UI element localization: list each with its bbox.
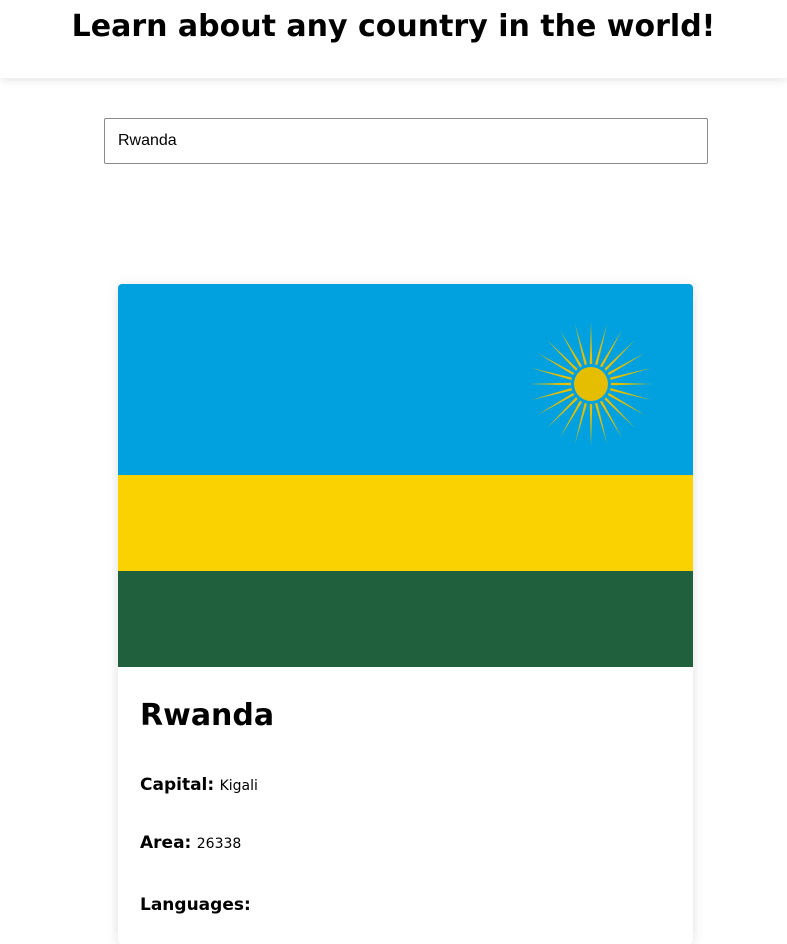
flag-green-stripe bbox=[118, 571, 693, 667]
flag-yellow-stripe bbox=[118, 475, 693, 572]
capital-row: Capital: Kigali bbox=[140, 774, 258, 797]
capital-value: Kigali bbox=[219, 778, 258, 794]
area-label: Area: bbox=[140, 833, 192, 853]
languages-label: Languages: bbox=[140, 895, 251, 915]
page-title: Learn about any country in the world! bbox=[71, 9, 716, 44]
country-search-input[interactable] bbox=[104, 118, 708, 164]
page-header: Learn about any country in the world! bbox=[0, 0, 787, 78]
capital-label: Capital: bbox=[140, 775, 215, 795]
area-row: Area: 26338 bbox=[140, 832, 241, 855]
rwanda-flag-image bbox=[118, 284, 693, 667]
country-name: Rwanda bbox=[140, 698, 275, 733]
sun-icon bbox=[529, 322, 653, 446]
area-value: 26338 bbox=[196, 836, 242, 852]
languages-row: Languages: bbox=[140, 894, 251, 916]
country-card: Rwanda Capital: Kigali Area: 26338 Langu… bbox=[118, 284, 693, 944]
sun-disc bbox=[574, 367, 608, 401]
